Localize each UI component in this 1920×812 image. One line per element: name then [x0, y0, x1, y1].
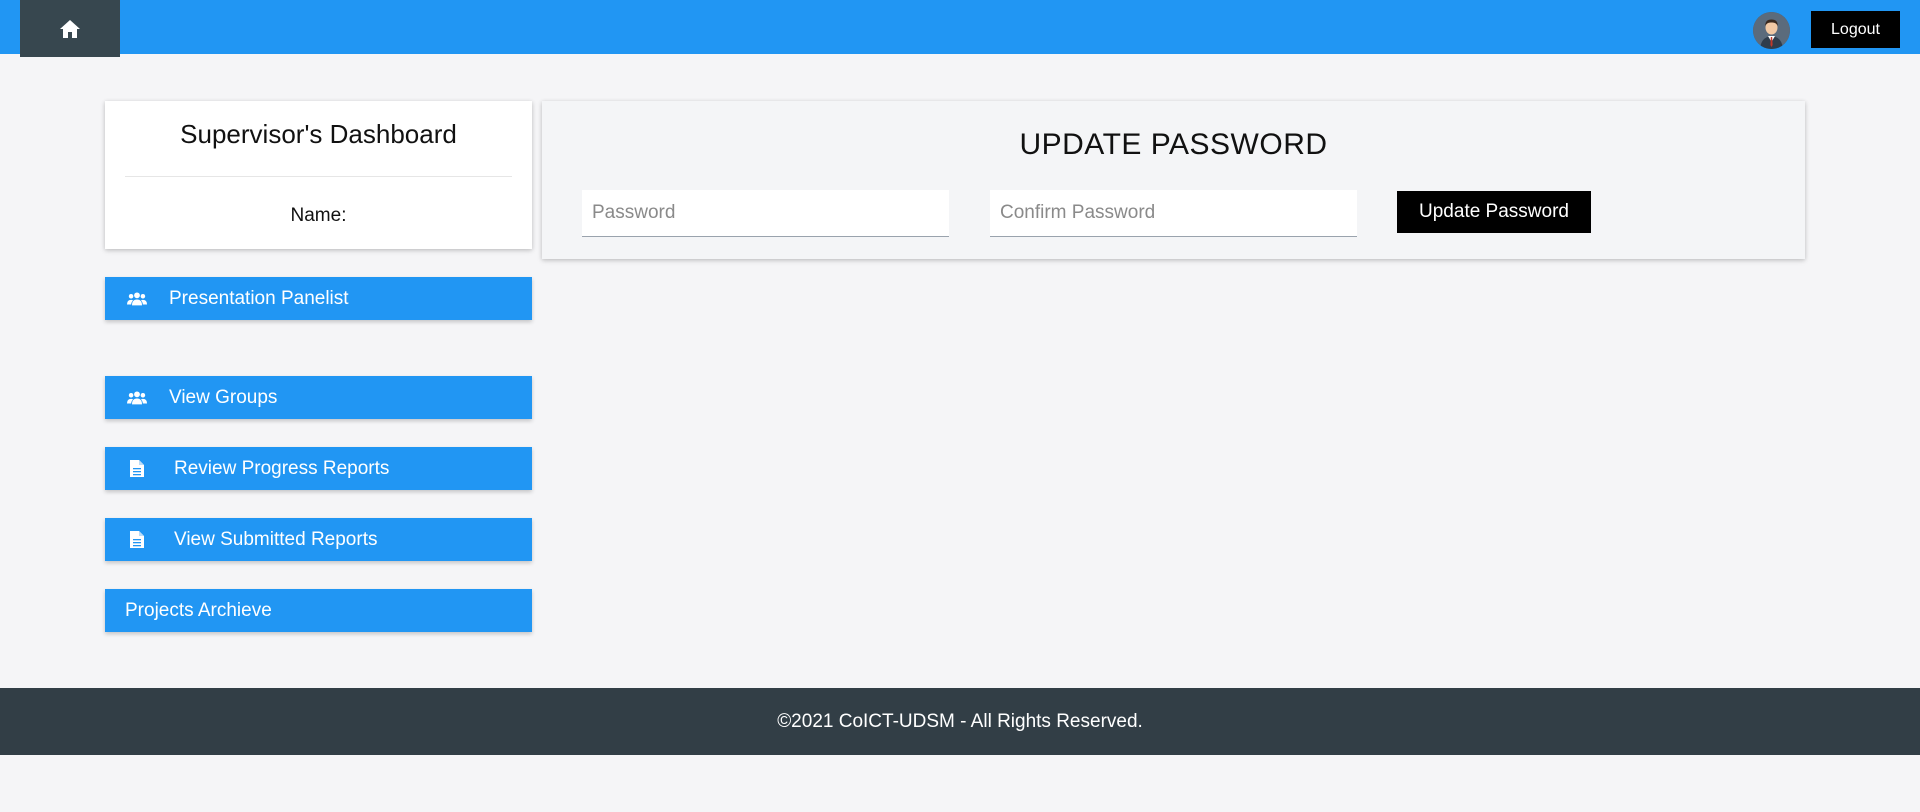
confirm-password-input[interactable] — [990, 190, 1357, 237]
sidebar-item-label: Projects Archieve — [125, 599, 272, 621]
user-avatar[interactable] — [1753, 12, 1790, 49]
sidebar-item-label: View Submitted Reports — [174, 528, 378, 550]
users-icon — [127, 289, 147, 309]
top-navbar: Logout — [0, 0, 1920, 57]
users-icon — [127, 388, 147, 408]
dashboard-card: Supervisor's Dashboard Name: — [105, 101, 532, 249]
dashboard-title: Supervisor's Dashboard — [180, 119, 457, 149]
view-groups-button[interactable]: View Groups — [105, 376, 532, 419]
update-password-button[interactable]: Update Password — [1397, 191, 1591, 233]
logout-button[interactable]: Logout — [1811, 11, 1900, 48]
projects-archive-button[interactable]: Projects Archieve — [105, 589, 532, 632]
name-label: Name: — [290, 205, 347, 226]
footer: ©2021 CoICT-UDSM - All Rights Reserved. — [0, 688, 1920, 755]
divider — [125, 176, 512, 177]
password-input[interactable] — [582, 190, 949, 237]
avatar-icon — [1753, 12, 1790, 49]
footer-copyright: ©2021 CoICT-UDSM - All Rights Reserved. — [777, 710, 1143, 732]
update-password-title: UPDATE PASSWORD — [1019, 128, 1328, 161]
home-icon — [60, 19, 80, 38]
sidebar-item-label: Presentation Panelist — [169, 287, 349, 309]
file-icon — [127, 459, 147, 479]
file-icon — [127, 530, 147, 550]
review-progress-reports-button[interactable]: Review Progress Reports — [105, 447, 532, 490]
sidebar-item-label: View Groups — [169, 386, 278, 408]
view-submitted-reports-button[interactable]: View Submitted Reports — [105, 518, 532, 561]
home-button[interactable] — [20, 0, 120, 57]
sidebar-item-label: Review Progress Reports — [174, 457, 390, 479]
presentation-panelist-button[interactable]: Presentation Panelist — [105, 277, 532, 320]
